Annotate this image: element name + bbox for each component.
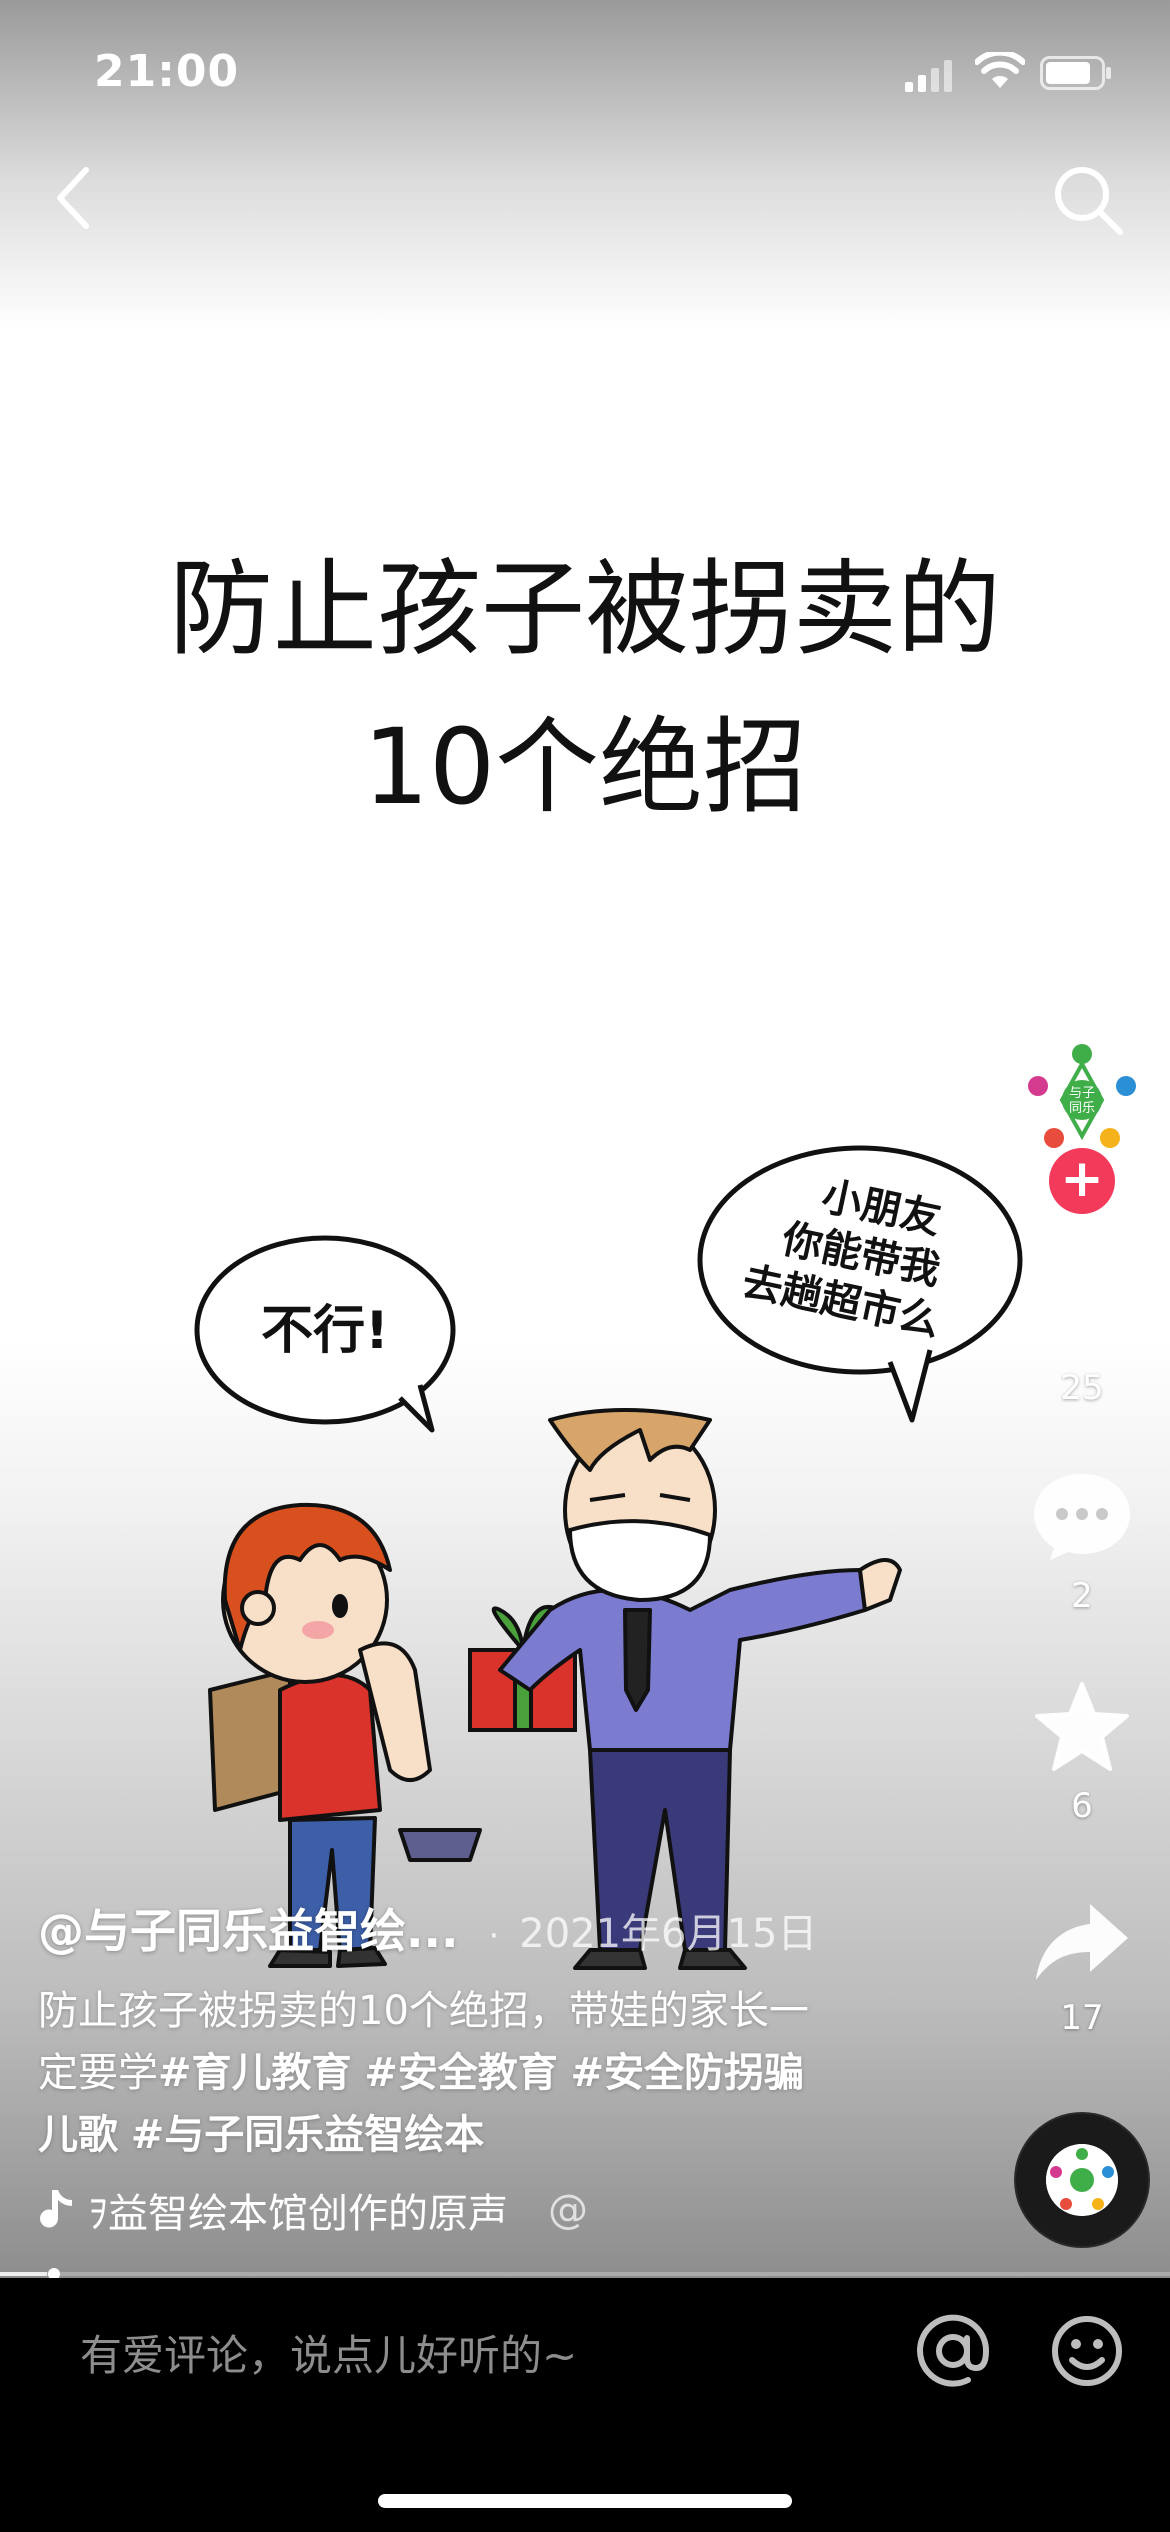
author-line: @与子同乐益智绘... · 2021年6月15日 (38, 1895, 817, 1958)
heart-icon (1032, 1262, 1132, 1348)
video-title-text: 防止孩子被拐卖的 10个绝招 (0, 530, 1170, 846)
music-note-icon (40, 2190, 72, 2228)
video-progress-bar[interactable] (0, 2268, 1170, 2280)
share-button[interactable]: 17 (1030, 1900, 1134, 2038)
post-date: 2021年6月15日 (519, 1911, 818, 1957)
search-icon[interactable] (1050, 162, 1126, 238)
hashtag-parenting[interactable]: #育儿教育 (158, 2050, 352, 2096)
share-arrow-icon (1036, 1904, 1128, 1980)
battery-icon (1040, 56, 1111, 90)
star-icon (1035, 1682, 1129, 1771)
adult-speech-bubble: 小朋友 你能带我 去趟超市么 (697, 1145, 1023, 1423)
video-player[interactable]: 21:00 防止孩子被拐卖的 10个绝招 不行! 小朋友 你能带我 去趟超市么 … (0, 0, 1170, 2280)
title-line-1: 防止孩子被拐卖的 (168, 548, 1001, 670)
status-bar: 21:00 (0, 0, 1170, 140)
comment-bar: 有爱评论，说点儿好听的~ (0, 2278, 1170, 2532)
hashtag-safety-education[interactable]: #安全教育 (364, 2050, 558, 2096)
music-disc[interactable] (1016, 2114, 1148, 2246)
video-description: 防止孩子被拐卖的10个绝招，带娃的家长一定要学#育儿教育 #安全教育 #安全防拐… (38, 1980, 838, 2166)
avatar-text-1: 与子 (1069, 1086, 1095, 1101)
at-mention-icon[interactable] (916, 2314, 990, 2388)
separator-dot: · (488, 1916, 500, 1956)
share-count: 17 (1060, 1998, 1104, 2038)
progress-fill (0, 2272, 47, 2276)
comment-input[interactable]: 有爱评论，说点儿好听的~ (80, 2322, 577, 2383)
like-button[interactable]: 25 (1030, 1260, 1134, 1408)
like-count: 25 (1060, 1368, 1104, 1408)
video-screen: 21:00 防止孩子被拐卖的 10个绝招 不行! 小朋友 你能带我 去趟超市么 … (0, 0, 1170, 2532)
comment-icon (1034, 1474, 1130, 1560)
comment-count: 2 (1071, 1576, 1093, 1616)
music-mention: @ (548, 2187, 588, 2233)
back-icon[interactable] (46, 160, 106, 236)
emoji-icon[interactable] (1050, 2314, 1124, 2388)
favorite-button[interactable]: 6 (1030, 1680, 1134, 1826)
wifi-icon (975, 52, 1025, 88)
cellular-signal-icon (905, 60, 952, 92)
avatar-text-2: 同乐 (1069, 1101, 1095, 1116)
title-line-2: 10个绝招 (362, 706, 808, 828)
music-title: ｦ益智绘本馆创作的原声 (88, 2191, 508, 2237)
hashtag-picture-book[interactable]: #与子同乐益智绘本 (131, 2112, 485, 2158)
status-time: 21:00 (94, 46, 240, 97)
comment-button[interactable]: 2 (1030, 1470, 1134, 1616)
author-avatar[interactable]: 与子 同乐 (1022, 1040, 1142, 1160)
home-indicator (378, 2494, 792, 2508)
author-name[interactable]: @与子同乐益智绘... (38, 1895, 458, 1961)
favorite-count: 6 (1071, 1786, 1093, 1826)
child-speech-bubble: 不行! (194, 1235, 456, 1433)
music-marquee[interactable]: ｦ益智绘本馆创作的原声 @ (38, 2180, 638, 2240)
disc-logo-icon (1046, 2144, 1118, 2216)
follow-button[interactable]: + (1049, 1148, 1115, 1214)
cartoon-illustration: 不行! 小朋友 你能带我 去趟超市么 (194, 1145, 1023, 1970)
child-bubble-text: 不行! (261, 1301, 389, 1361)
